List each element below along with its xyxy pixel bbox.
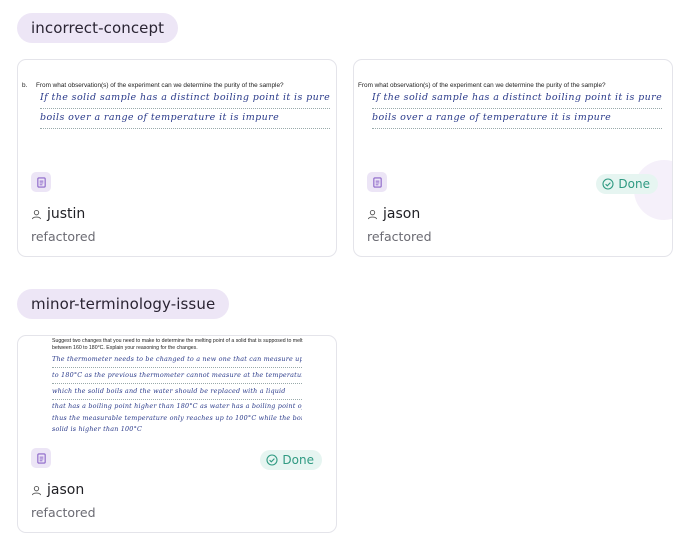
- done-badge: Done: [260, 450, 322, 470]
- question-text: From what observation(s) of the experime…: [358, 82, 606, 89]
- answer-thumbnail: From what observation(s) of the experime…: [354, 60, 672, 158]
- user-name: jason: [47, 482, 85, 498]
- document-icon: [31, 172, 51, 192]
- handwritten-answer-line: boils over a range of temperature it is …: [40, 109, 330, 129]
- card-user: jason: [367, 206, 420, 222]
- status-label: refactored: [31, 229, 96, 244]
- user-name: justin: [47, 206, 86, 222]
- check-circle-icon: [602, 178, 614, 190]
- document-icon: [367, 172, 387, 192]
- user-icon: [31, 209, 42, 219]
- submission-card[interactable]: Suggest two changes that you need to mak…: [17, 335, 337, 533]
- group-tag-incorrect-concept: incorrect-concept: [17, 13, 179, 43]
- done-badge: Done: [596, 174, 658, 194]
- handwritten-answer-line: that has a boiling point higher than 180…: [52, 402, 302, 410]
- handwritten-answer-line: If the solid sample has a distinct boili…: [40, 89, 330, 109]
- status-label: refactored: [367, 229, 432, 244]
- answer-thumbnail: Suggest two changes that you need to mak…: [18, 336, 336, 434]
- handwritten-answer-line: which the solid boils and the water shou…: [52, 384, 302, 400]
- question-text: Suggest two changes that you need to mak…: [52, 338, 303, 351]
- submission-card[interactable]: b. From what observation(s) of the experi…: [17, 59, 337, 257]
- card-user: jason: [31, 482, 84, 498]
- submission-card[interactable]: From what observation(s) of the experime…: [353, 59, 673, 257]
- handwritten-answer-line: solid is higher than 100°C: [52, 425, 143, 433]
- status-label: refactored: [31, 505, 96, 520]
- document-icon: [31, 448, 51, 468]
- answer-thumbnail: b. From what observation(s) of the experi…: [18, 60, 336, 158]
- handwritten-answer-line: boils over a range of temperature it is …: [372, 109, 662, 129]
- handwritten-answer-line: thus the measurable temperature only rea…: [52, 414, 302, 422]
- user-name: jason: [383, 206, 421, 222]
- handwritten-answer-line: If the solid sample has a distinct boili…: [372, 89, 662, 109]
- group-tag-minor-terminology-issue: minor-terminology-issue: [17, 289, 230, 319]
- handwritten-answer-line: The thermometer needs to be changed to a…: [52, 352, 302, 368]
- user-icon: [367, 209, 378, 219]
- card-user: justin: [31, 206, 85, 222]
- check-circle-icon: [266, 454, 278, 466]
- handwritten-answer-line: to 180°C as the previous thermometer can…: [52, 368, 302, 384]
- user-icon: [31, 485, 42, 495]
- question-text: b. From what observation(s) of the experi…: [22, 82, 284, 89]
